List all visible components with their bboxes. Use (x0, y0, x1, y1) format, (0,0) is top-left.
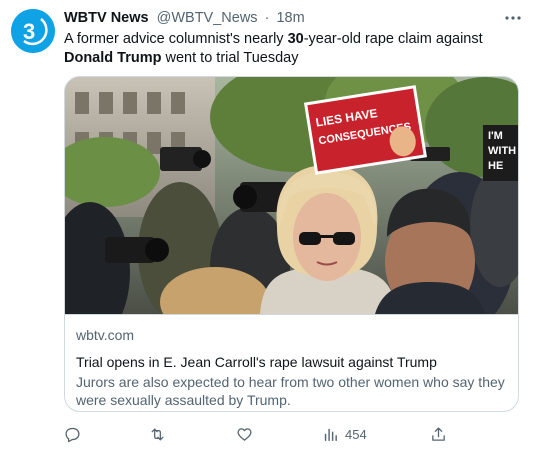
heart-icon (237, 427, 252, 441)
views-chart-icon (324, 428, 337, 441)
separator-dot: · (264, 10, 270, 26)
sign-text: I'M (488, 130, 503, 142)
ellipsis-icon (505, 16, 521, 20)
timestamp[interactable]: 18m (276, 10, 304, 26)
tweet[interactable]: 3 WBTV News @WBTV_News · 18m A former ad… (0, 0, 541, 458)
news-photo: LIES HAVE CONSEQUENCES I'M WITH HE (65, 77, 518, 314)
tweet-text-bold: 30 (287, 31, 304, 47)
user-handle[interactable]: @WBTV_News (157, 10, 258, 26)
reply-icon (65, 427, 80, 442)
link-card[interactable]: LIES HAVE CONSEQUENCES I'M WITH HE wbtv.… (64, 76, 519, 412)
views-button[interactable]: 454 (322, 424, 367, 444)
avatar-number: 3 (23, 19, 35, 44)
wbtv-logo: 3 (11, 9, 55, 53)
reply-button[interactable] (64, 424, 81, 444)
card-domain: wbtv.com (76, 327, 135, 343)
more-options-button[interactable] (503, 10, 523, 26)
like-button[interactable] (236, 424, 253, 444)
card-title[interactable]: Trial opens in E. Jean Carroll's rape la… (76, 353, 508, 371)
tweet-text-bold[interactable]: Donald Trump (64, 50, 161, 66)
card-divider (65, 314, 518, 315)
card-photo[interactable]: LIES HAVE CONSEQUENCES I'M WITH HE (65, 77, 518, 314)
action-bar: 454 (64, 424, 484, 444)
card-description: Jurors are also expected to hear from tw… (76, 374, 505, 408)
tweet-text-part: went to trial Tuesday (161, 50, 299, 66)
share-icon (432, 426, 445, 441)
display-name[interactable]: WBTV News (64, 10, 149, 26)
retweet-icon (151, 428, 164, 440)
retweet-button[interactable] (149, 424, 166, 444)
share-button[interactable] (430, 424, 447, 444)
avatar[interactable]: 3 (11, 9, 55, 53)
tweet-header: WBTV News @WBTV_News · 18m (64, 9, 529, 29)
card-meta: wbtv.com Trial opens in E. Jean Carroll'… (76, 326, 508, 409)
tweet-text: A former advice columnist's nearly 30-ye… (64, 30, 524, 68)
views-count: 454 (345, 426, 367, 442)
sign-text: WITH (488, 145, 516, 157)
sign-text: HE (488, 160, 503, 172)
tweet-text-part: A former advice columnist's nearly (64, 31, 288, 47)
tweet-text-part: -year-old rape claim against (303, 31, 483, 47)
